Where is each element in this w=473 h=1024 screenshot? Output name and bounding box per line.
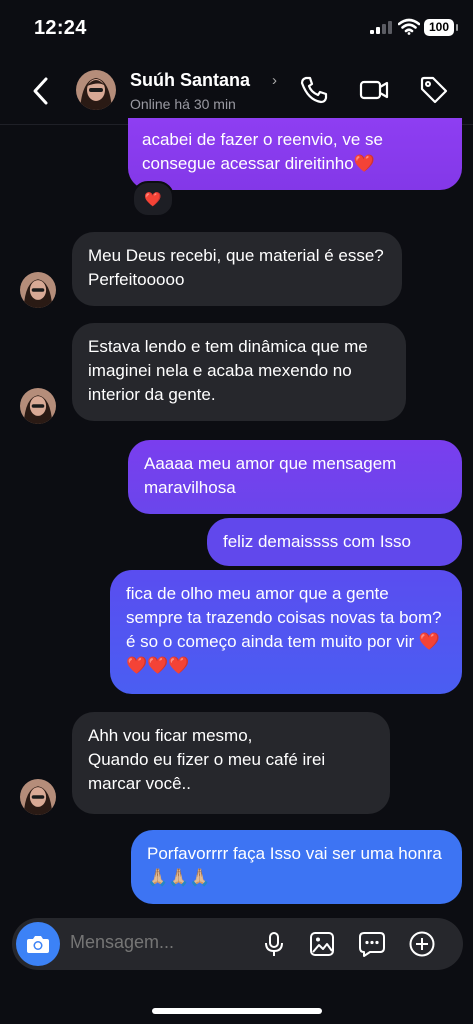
- message-outgoing[interactable]: feliz demaissss com Isso: [207, 518, 462, 566]
- cellular-signal-icon: [370, 21, 392, 34]
- message-outgoing[interactable]: Aaaaa meu amor que mensagem maravilhosa: [128, 440, 462, 514]
- message-incoming[interactable]: Estava lendo e tem dinâmica que me imagi…: [72, 323, 406, 421]
- contact-avatar-small[interactable]: [20, 388, 56, 424]
- contact-avatar[interactable]: [76, 70, 116, 110]
- wifi-icon: [398, 18, 420, 35]
- contact-name[interactable]: Suúh Santana: [130, 70, 250, 91]
- chevron-left-icon[interactable]: [28, 74, 56, 108]
- tag-icon[interactable]: [418, 74, 450, 106]
- message-outgoing[interactable]: fica de olho meu amor que a gente sempre…: [110, 570, 462, 694]
- message-input[interactable]: [70, 932, 220, 953]
- battery-indicator: 100: [424, 19, 454, 36]
- status-bar: 12:24 100: [0, 0, 473, 52]
- message-outgoing[interactable]: acabei de fazer o reenvio, ve se consegu…: [128, 118, 462, 190]
- message-outgoing[interactable]: Porfavorrrr faça Isso vai ser uma honra …: [131, 830, 462, 904]
- message-composer: [12, 918, 463, 970]
- status-time: 12:24: [34, 17, 87, 39]
- contact-avatar-small[interactable]: [20, 272, 56, 308]
- presence-status: Online há 30 min: [130, 96, 236, 112]
- camera-icon: [27, 936, 49, 953]
- chat-bubble-icon[interactable]: [358, 930, 386, 958]
- microphone-icon[interactable]: [260, 930, 288, 958]
- battery-tip: [456, 24, 458, 31]
- home-indicator[interactable]: [152, 1008, 322, 1014]
- message-incoming[interactable]: Ahh vou ficar mesmo, Quando eu fizer o m…: [72, 712, 390, 814]
- contact-avatar-small[interactable]: [20, 779, 56, 815]
- message-reaction[interactable]: ❤️: [132, 181, 174, 217]
- camera-button[interactable]: [16, 922, 60, 966]
- chevron-right-icon[interactable]: ›: [272, 72, 277, 89]
- chat-header: Suúh Santana › Online há 30 min: [0, 60, 473, 124]
- message-incoming[interactable]: Meu Deus recebi, que material é esse? Pe…: [72, 232, 402, 306]
- image-icon[interactable]: [308, 930, 336, 958]
- plus-circle-icon[interactable]: [408, 930, 436, 958]
- phone-icon[interactable]: [298, 74, 330, 106]
- video-camera-icon[interactable]: [358, 74, 390, 106]
